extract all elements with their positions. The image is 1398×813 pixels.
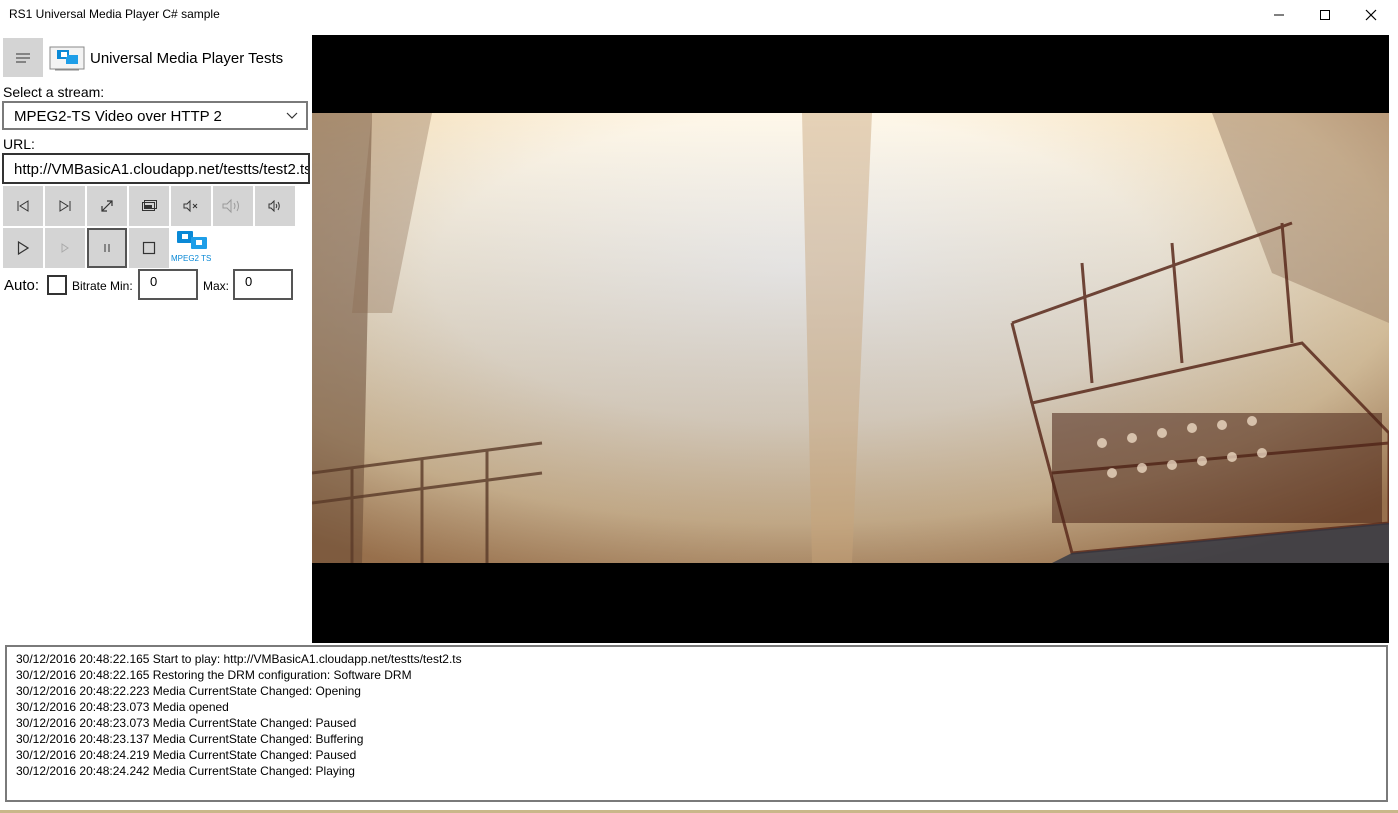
- window-mode-icon: [142, 200, 157, 211]
- bitrate-min-label: Bitrate Min:: [72, 279, 133, 293]
- stream-select[interactable]: MPEG2-TS Video over HTTP 2: [2, 101, 308, 130]
- url-value: http://VMBasicA1.cloudapp.net/testts/tes…: [14, 161, 310, 178]
- play-button[interactable]: [3, 228, 43, 268]
- next-icon: [59, 200, 71, 212]
- log-line: 30/12/2016 20:48:24.219 Media CurrentSta…: [16, 748, 357, 762]
- maximize-button[interactable]: [1302, 0, 1348, 30]
- bitrate-min-input[interactable]: 0: [138, 269, 198, 300]
- bitrate-max-value: 0: [245, 274, 253, 289]
- url-label: URL:: [3, 136, 35, 152]
- format-caption: MPEG2 TS: [171, 254, 212, 263]
- pause-button[interactable]: [87, 228, 127, 268]
- stop-icon: [142, 241, 156, 255]
- stop-button[interactable]: [129, 228, 169, 268]
- title-bar: RS1 Universal Media Player C# sample: [0, 0, 1398, 30]
- chevron-down-icon: [286, 112, 298, 119]
- volume-up-icon: [268, 200, 280, 212]
- fullscreen-button[interactable]: [87, 186, 127, 226]
- bitrate-min-value: 0: [150, 274, 158, 289]
- next-button[interactable]: [45, 186, 85, 226]
- app-logo-icon: [49, 46, 85, 72]
- play-slow-button: [45, 228, 85, 268]
- minimize-button[interactable]: [1256, 0, 1302, 30]
- mpeg2-ts-icon: [177, 231, 207, 249]
- mpeg2-ts-format-indicator: MPEG2 TS: [171, 229, 213, 265]
- maximize-icon: [1320, 10, 1330, 20]
- log-line: 30/12/2016 20:48:22.165 Restoring the DR…: [16, 668, 412, 682]
- previous-icon: [17, 200, 29, 212]
- bitrate-max-input[interactable]: 0: [233, 269, 293, 300]
- play-icon: [17, 241, 29, 255]
- log-line: 30/12/2016 20:48:22.165 Start to play: h…: [16, 652, 462, 666]
- fullscreen-icon: [101, 200, 113, 212]
- hamburger-icon: [16, 53, 30, 62]
- auto-checkbox[interactable]: [47, 275, 67, 295]
- video-player[interactable]: [312, 35, 1389, 643]
- log-line: 30/12/2016 20:48:24.242 Media CurrentSta…: [16, 764, 355, 778]
- log-line: 30/12/2016 20:48:23.073 Media CurrentSta…: [16, 716, 357, 730]
- volume-down-icon: [222, 198, 239, 214]
- stream-selected-value: MPEG2-TS Video over HTTP 2: [14, 108, 222, 125]
- auto-label: Auto:: [4, 277, 40, 294]
- bitrate-max-label: Max:: [203, 279, 230, 293]
- mute-icon: [183, 199, 198, 213]
- mute-button[interactable]: [171, 186, 211, 226]
- url-input[interactable]: http://VMBasicA1.cloudapp.net/testts/tes…: [2, 153, 310, 184]
- pause-icon: [104, 244, 110, 252]
- close-icon: [1365, 9, 1377, 21]
- window-title: RS1 Universal Media Player C# sample: [9, 7, 220, 21]
- window-mode-button[interactable]: [129, 186, 169, 226]
- log-panel[interactable]: 30/12/2016 20:48:22.165 Start to play: h…: [5, 645, 1388, 802]
- log-line: 30/12/2016 20:48:22.223 Media CurrentSta…: [16, 684, 361, 698]
- log-line: 30/12/2016 20:48:23.073 Media opened: [16, 700, 229, 714]
- play-small-icon: [61, 243, 69, 253]
- volume-up-button[interactable]: [255, 186, 295, 226]
- log-line: 30/12/2016 20:48:23.137 Media CurrentSta…: [16, 732, 364, 746]
- app-title: Universal Media Player Tests: [90, 50, 284, 67]
- close-button[interactable]: [1348, 0, 1394, 30]
- previous-button[interactable]: [3, 186, 43, 226]
- volume-down-button: [213, 186, 253, 226]
- video-frame-image: [312, 113, 1389, 563]
- hamburger-menu-button[interactable]: [3, 38, 43, 77]
- stream-label: Select a stream:: [3, 84, 105, 100]
- minimize-icon: [1274, 14, 1284, 16]
